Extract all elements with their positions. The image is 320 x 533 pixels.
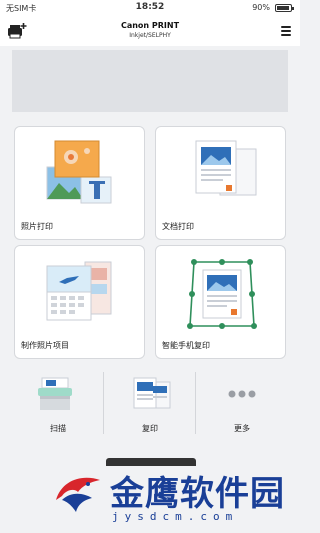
photo-project-icon (46, 261, 112, 321)
photo-print-icon (46, 140, 112, 204)
watermark-text: 金鹰软件园 (110, 474, 285, 514)
document-print-card[interactable]: 文档打印 (155, 126, 286, 240)
watermark-url: jysdcm.com (112, 510, 239, 523)
watermark-overlay: 金鹰软件园 jysdcm.com (0, 458, 300, 533)
smartphone-copy-icon (187, 259, 257, 329)
more-label: 更多 (234, 424, 250, 433)
battery-icon (275, 4, 294, 12)
printer-model-label: Inkjet/SELPHY (129, 32, 171, 39)
photo-project-label: 制作照片项目 (21, 341, 69, 350)
scan-label: 扫描 (50, 424, 66, 433)
document-print-icon (195, 140, 257, 196)
more-button[interactable]: 更多 (196, 368, 288, 438)
more-icon (228, 390, 256, 398)
photo-print-label: 照片打印 (21, 222, 53, 231)
photo-print-card[interactable]: 照片打印 (14, 126, 145, 240)
tools-row: 扫描 复印 更多 (12, 368, 288, 438)
device-edge (106, 458, 196, 466)
printer-status-panel[interactable] (12, 50, 288, 112)
copy-label: 复印 (142, 424, 158, 433)
document-print-label: 文档打印 (162, 222, 194, 231)
smartphone-copy-card[interactable]: 智能手机复印 (155, 245, 286, 359)
scan-button[interactable]: 扫描 (12, 368, 104, 438)
app-header: Canon PRINT Inkjet/SELPHY (0, 16, 300, 46)
smartphone-copy-label: 智能手机复印 (162, 341, 210, 350)
copy-icon (133, 377, 171, 409)
menu-icon[interactable] (281, 26, 291, 36)
copy-button[interactable]: 复印 (104, 368, 196, 438)
app-title: Canon PRINT (120, 21, 180, 30)
battery-percentage: 90% (252, 3, 270, 12)
status-bar: 无SIM卡 18:52 90% (0, 0, 300, 16)
eagle-logo-icon (56, 477, 100, 512)
scan-icon (38, 377, 72, 410)
photo-project-card[interactable]: 制作照片项目 (14, 245, 145, 359)
